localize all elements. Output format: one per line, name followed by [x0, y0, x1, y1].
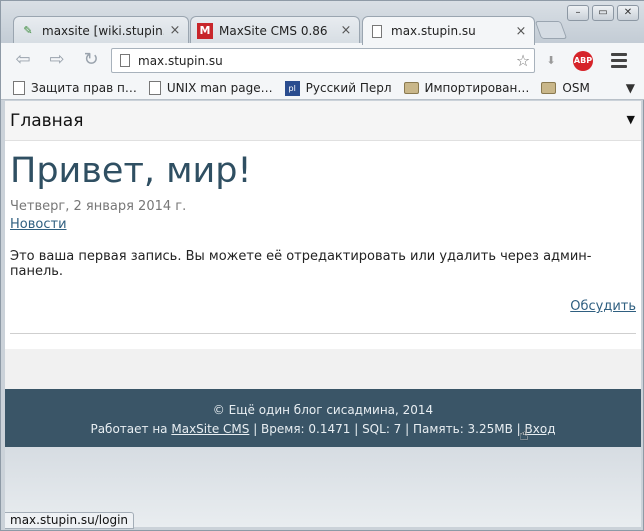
- content-bottom-spacer: [5, 349, 641, 389]
- new-tab-button[interactable]: [534, 21, 568, 39]
- login-link[interactable]: Вход: [525, 422, 556, 436]
- post-title[interactable]: Привет, мир!: [10, 151, 636, 191]
- status-bar: max.stupin.su/login: [5, 512, 135, 529]
- tab-wiki[interactable]: ✎ maxsite [wiki.stupin.su ×: [13, 16, 189, 44]
- tab-maxsite[interactable]: M MaxSite CMS 0.86 ×: [190, 16, 360, 44]
- reload-icon[interactable]: ↻: [79, 48, 103, 72]
- minimize-button[interactable]: –: [567, 5, 589, 21]
- maximize-button[interactable]: ▭: [592, 5, 614, 21]
- discuss-link[interactable]: Обсудить: [570, 299, 636, 314]
- download-icon[interactable]: ⬇: [541, 51, 561, 71]
- tab-label: maxsite [wiki.stupin.su: [42, 23, 164, 38]
- nav-home-link[interactable]: Главная: [10, 111, 83, 131]
- page-viewport: Главная ▼ Привет, мир! Четверг, 2 января…: [5, 101, 641, 527]
- post: Привет, мир! Четверг, 2 января 2014 г. Н…: [5, 141, 641, 349]
- bookmark-label: Защита прав п…: [31, 81, 137, 95]
- site-navbar: Главная ▼: [5, 101, 641, 141]
- tab-label: max.stupin.su: [391, 24, 476, 38]
- bookmark-item[interactable]: Защита прав п…: [13, 81, 137, 95]
- footer-copyright: © Ещё один блог сисадмина, 2014: [212, 403, 434, 417]
- bookmark-item[interactable]: pl Русский Перл: [284, 80, 392, 96]
- footer-powered-prefix: Работает на: [90, 422, 172, 436]
- folder-icon: [541, 82, 557, 94]
- page-icon: [369, 23, 385, 39]
- bookmark-label: Импортирован…: [424, 81, 530, 95]
- footer-stats-line: Работает на MaxSite CMS | Время: 0.1471 …: [5, 420, 641, 439]
- close-tab-icon[interactable]: ×: [339, 23, 353, 38]
- bookmark-label: UNIX man page…: [166, 81, 273, 95]
- divider: [10, 333, 636, 334]
- post-text: Это ваша первая запись. Вы можете её отр…: [10, 249, 592, 279]
- browser-toolbar: ⇦ ⇨ ↻ max.stupin.su ☆ ⬇ ABP: [1, 43, 644, 77]
- hand-cursor-icon: ☝: [519, 425, 529, 444]
- tab-max-stupin[interactable]: max.stupin.su ×: [362, 16, 535, 45]
- browser-window: ✎ maxsite [wiki.stupin.su × M MaxSite CM…: [0, 0, 644, 531]
- address-bar[interactable]: max.stupin.su ☆: [111, 48, 535, 73]
- forward-icon[interactable]: ⇨: [45, 48, 69, 72]
- bookmark-folder[interactable]: OSM: [541, 81, 590, 95]
- chrome-menu-icon[interactable]: [611, 53, 627, 71]
- perl-icon: pl: [284, 80, 300, 96]
- bookmarks-bar: Защита прав п… UNIX man page… pl Русский…: [1, 77, 644, 100]
- wiki-icon: ✎: [23, 24, 33, 37]
- post-category-link[interactable]: Новости: [10, 217, 636, 232]
- close-tab-icon[interactable]: ×: [168, 23, 182, 38]
- url-text[interactable]: max.stupin.su: [138, 54, 512, 68]
- bookmark-label: OSM: [562, 81, 590, 95]
- bookmark-folder[interactable]: Импортирован…: [403, 81, 530, 95]
- adblock-plus-icon[interactable]: ABP: [573, 51, 593, 71]
- page-icon: [120, 54, 130, 67]
- post-date: Четверг, 2 января 2014 г.: [10, 199, 187, 214]
- bookmark-label: Русский Перл: [305, 81, 392, 95]
- close-window-button[interactable]: ✕: [617, 5, 639, 21]
- folder-icon: [403, 82, 419, 94]
- site-footer: © Ещё один блог сисадмина, 2014 Работает…: [5, 389, 641, 447]
- maxsite-link[interactable]: MaxSite CMS: [171, 422, 249, 436]
- bookmark-star-icon[interactable]: ☆: [512, 51, 534, 70]
- back-icon[interactable]: ⇦: [11, 48, 35, 72]
- tab-strip: ✎ maxsite [wiki.stupin.su × M MaxSite CM…: [1, 1, 644, 45]
- chevron-down-icon[interactable]: ▼: [626, 81, 635, 95]
- nav-dropdown-icon[interactable]: ▼: [627, 113, 635, 126]
- tab-label: MaxSite CMS 0.86: [219, 23, 328, 38]
- page-icon: [13, 81, 25, 95]
- footer-stats: | Время: 0.1471 | SQL: 7 | Память: 3.25M…: [249, 422, 525, 436]
- page-icon: [148, 81, 161, 95]
- close-tab-icon[interactable]: ×: [514, 24, 528, 39]
- maxsite-icon: M: [197, 22, 213, 39]
- bookmark-item[interactable]: UNIX man page…: [148, 81, 273, 95]
